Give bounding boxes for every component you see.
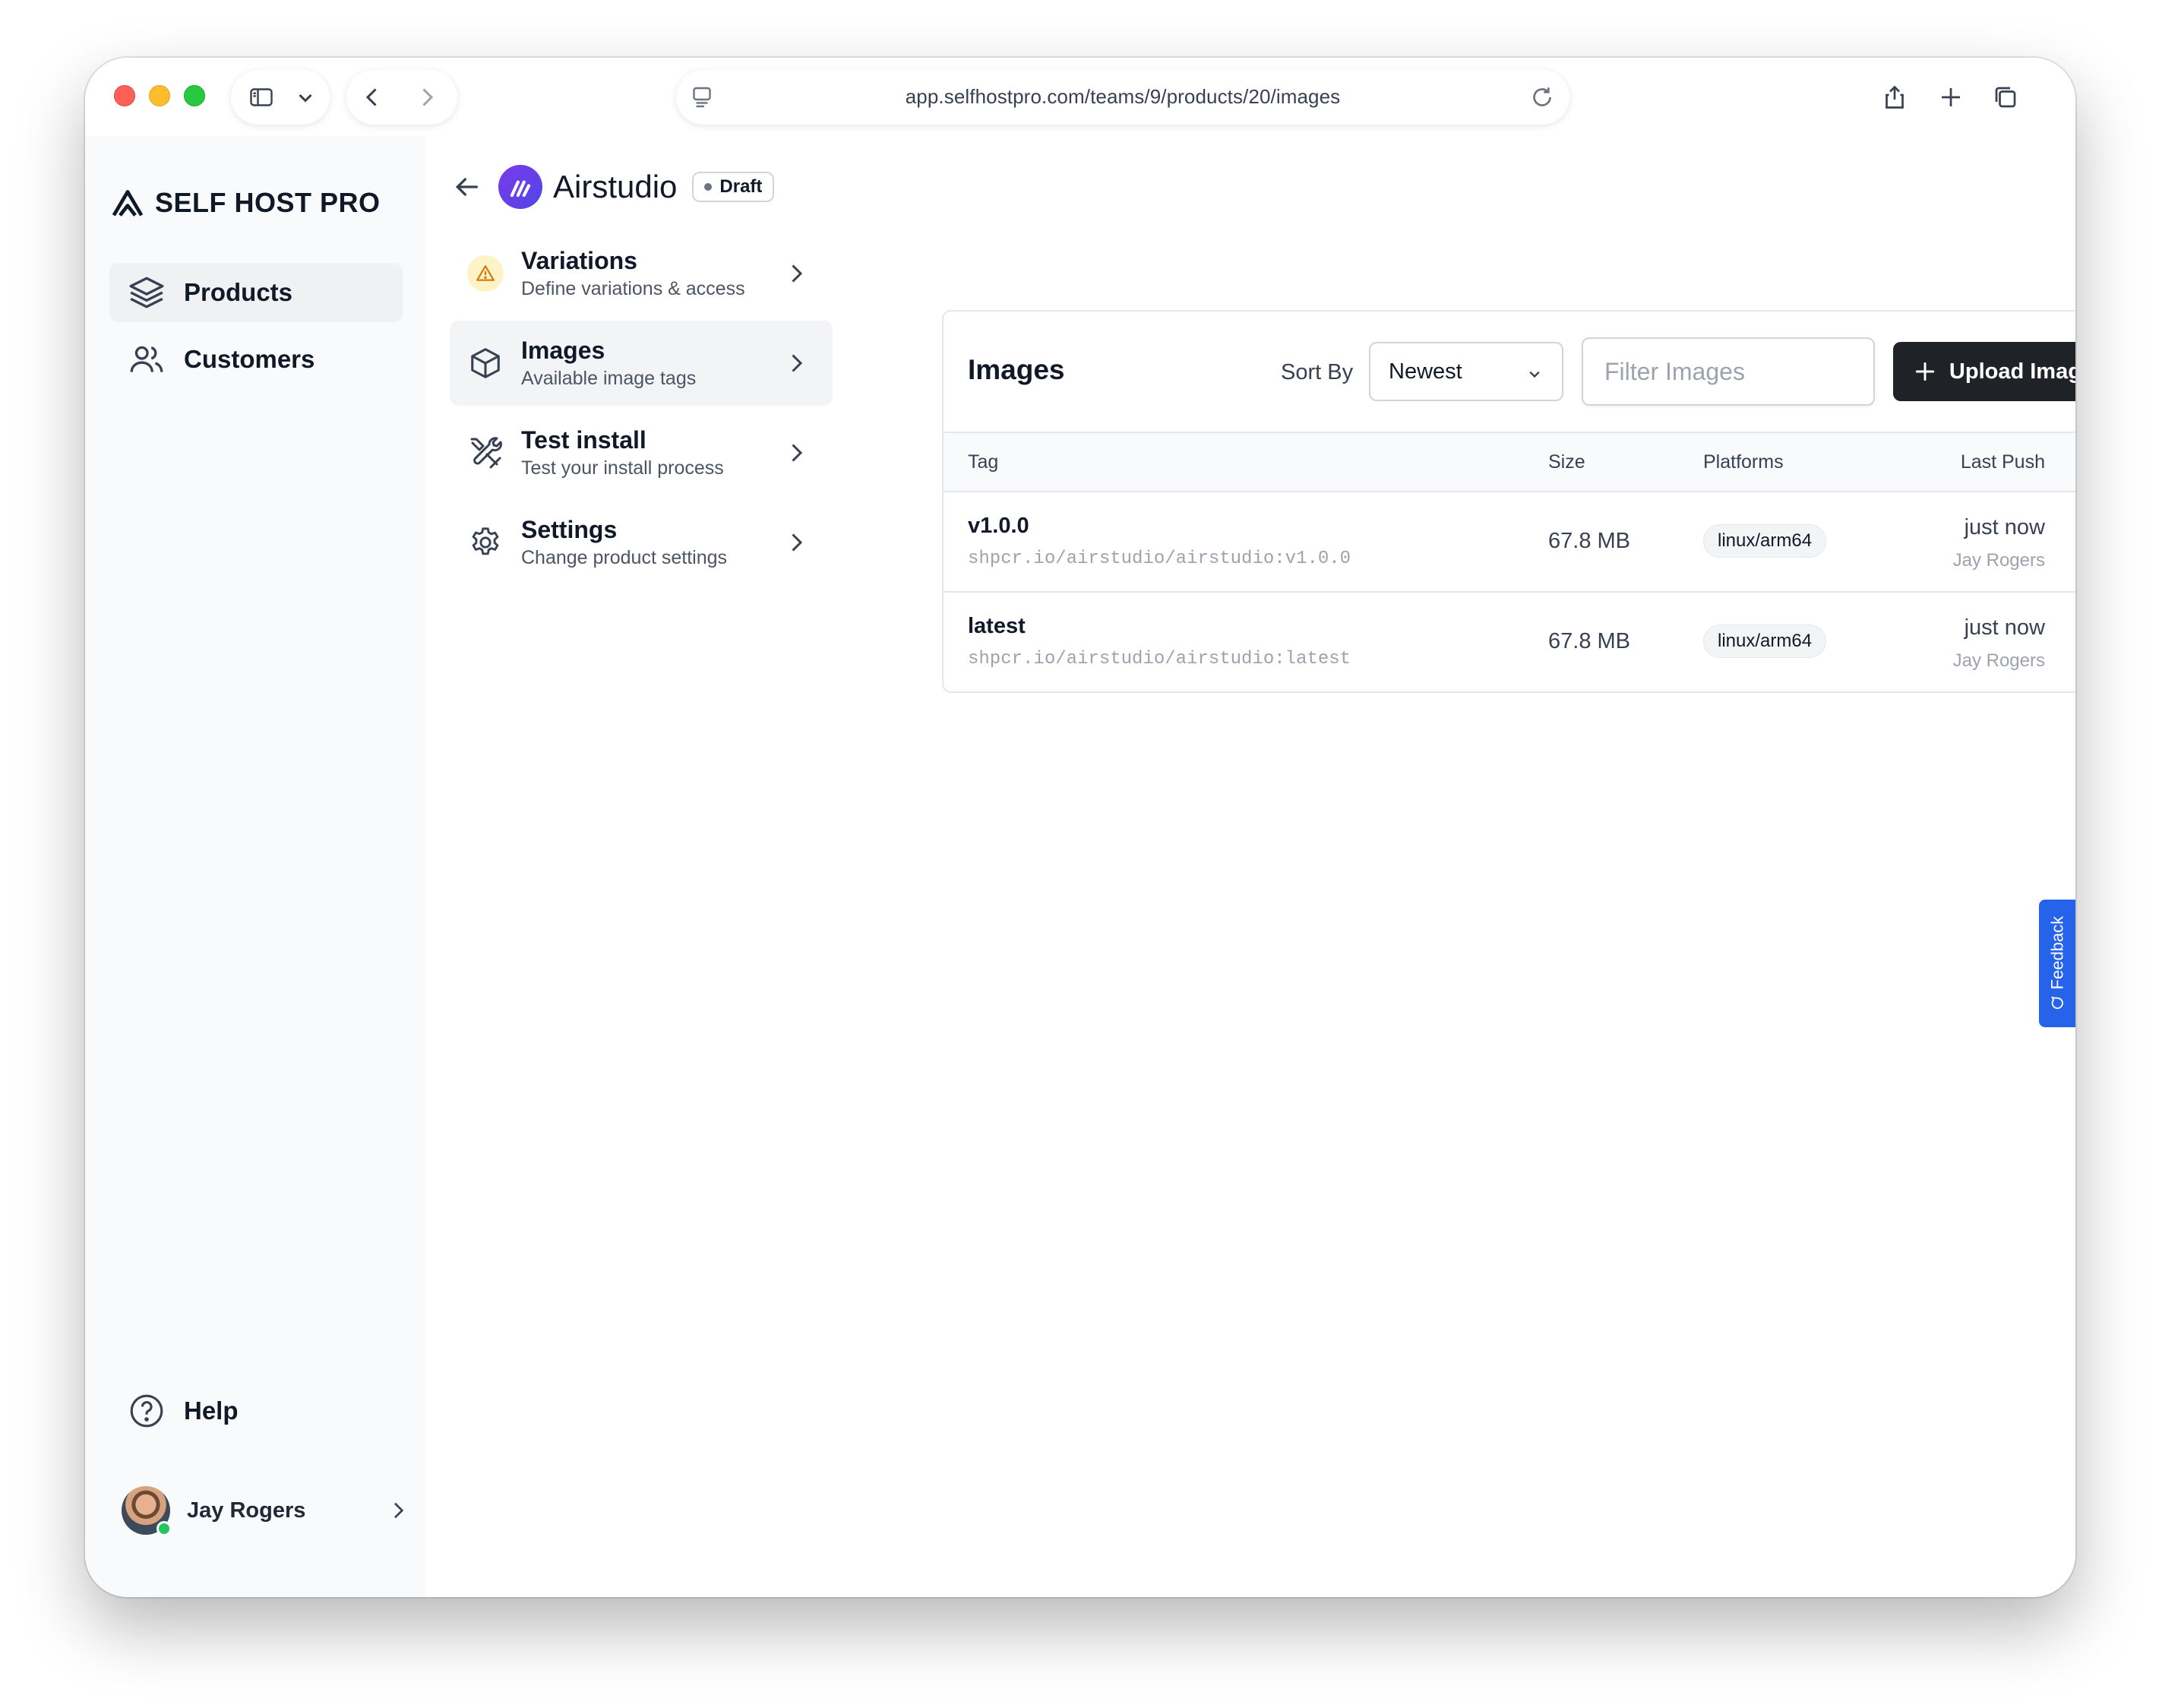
user-name: Jay Rogers [187, 1498, 306, 1523]
subnav-description: Define variations & access [521, 278, 745, 299]
maximize-window-button[interactable] [184, 85, 205, 106]
users-icon [130, 346, 163, 372]
chevron-right-icon [394, 1502, 404, 1519]
column-header-tag: Tag [968, 451, 999, 473]
chevron-down-icon[interactable] [292, 84, 319, 111]
address-bar[interactable]: app.selfhostpro.com/teams/9/products/20/… [676, 70, 1569, 125]
airstudio-logo-icon [510, 180, 531, 198]
subnav-description: Available image tags [521, 368, 697, 389]
subnav-item-settings[interactable]: Settings Change product settings [450, 500, 833, 585]
help-label: Help [184, 1396, 239, 1425]
last-push-user: Jay Rogers [1952, 550, 2045, 571]
tag-name: v1.0.0 [968, 514, 1029, 538]
avatar [122, 1486, 172, 1536]
new-tab-icon[interactable] [1937, 84, 1965, 111]
sort-select-value: Newest [1389, 359, 1462, 384]
sidebar: SELF HOST PRO Products Customers Help Ja… [85, 137, 425, 1597]
chevron-right-icon [792, 444, 803, 462]
close-window-button[interactable] [114, 85, 135, 106]
product-header: Airstudio Draft [451, 164, 775, 210]
plus-icon [1915, 362, 1935, 381]
product-title: Airstudio [553, 169, 678, 204]
column-header-size: Size [1548, 451, 1585, 473]
product-subnav: Variations Define variations & access Im… [450, 231, 833, 590]
subnav-description: Test your install process [521, 457, 724, 479]
upload-image-button[interactable]: Upload Image [1893, 342, 2075, 401]
chevron-right-icon [792, 533, 803, 552]
gear-icon [472, 527, 499, 555]
sidebar-item-help[interactable]: Help [128, 1392, 239, 1430]
images-card: Images Sort By Newest Upload Image Tag S… [942, 310, 2075, 693]
status-badge-label: Draft [719, 176, 763, 197]
chevron-right-icon [792, 354, 803, 372]
back-icon[interactable] [359, 84, 386, 111]
subnav-title: Settings [521, 516, 618, 543]
sort-select[interactable]: Newest [1369, 342, 1563, 401]
sidebar-toggle-icon[interactable] [248, 84, 275, 111]
subnav-description: Change product settings [521, 547, 728, 568]
tabs-overview-icon[interactable] [1992, 84, 2019, 111]
forward-icon[interactable] [413, 84, 441, 111]
table-header: Tag Size Platforms Last Push [944, 432, 2075, 492]
sidebar-item-customers[interactable]: Customers [109, 330, 403, 389]
images-card-header: Images Sort By Newest Upload Image [944, 312, 2075, 432]
subnav-title: Variations [521, 247, 637, 274]
sidebar-item-label: Products [184, 278, 293, 306]
product-logo [498, 165, 542, 209]
history-nav-group [346, 70, 457, 125]
column-header-last-push: Last Push [1960, 451, 2045, 473]
brand-logo[interactable]: SELF HOST PRO [111, 187, 381, 219]
sidebar-toggle-group [231, 70, 330, 125]
subnav-title: Images [521, 337, 605, 364]
back-arrow-icon[interactable] [451, 172, 482, 202]
feedback-tab[interactable]: Feedback [2039, 900, 2075, 1027]
column-header-platforms: Platforms [1703, 451, 1784, 473]
status-badge: Draft [692, 172, 775, 202]
sidebar-item-label: Customers [184, 345, 315, 373]
images-title: Images [968, 354, 1065, 385]
tag-path: shpcr.io/airstudio/airstudio:v1.0.0 [968, 549, 1351, 569]
reload-icon[interactable] [1528, 84, 1556, 111]
table-row[interactable]: latest shpcr.io/airstudio/airstudio:late… [944, 593, 2075, 691]
platform-badge: linux/arm64 [1703, 625, 1827, 658]
image-size: 67.8 MB [1548, 529, 1630, 553]
tools-icon [470, 437, 502, 469]
sort-by-label: Sort By [1281, 360, 1354, 384]
chat-bubble-icon [2050, 996, 2063, 1009]
share-icon[interactable] [1881, 84, 1908, 111]
main-content: Airstudio Draft Variations Define variat… [425, 137, 2075, 1597]
minimize-window-button[interactable] [149, 85, 170, 106]
warning-icon [467, 255, 504, 292]
table-row[interactable]: v1.0.0 shpcr.io/airstudio/airstudio:v1.0… [944, 492, 2075, 593]
tag-name: latest [968, 614, 1026, 638]
cube-icon [471, 348, 500, 378]
status-dot [704, 183, 713, 191]
last-push-time: just now [1964, 515, 2045, 539]
last-push-time: just now [1964, 615, 2045, 640]
help-icon [130, 1394, 163, 1428]
layers-icon [129, 277, 164, 308]
chevron-down-icon [1529, 371, 1540, 378]
subnav-item-test-install[interactable]: Test install Test your install process [450, 410, 833, 495]
subnav-title: Test install [521, 426, 646, 454]
subnav-item-images[interactable]: Images Available image tags [450, 321, 833, 406]
last-push-user: Jay Rogers [1952, 650, 2045, 671]
brand-name: SELF HOST PRO [155, 187, 381, 218]
url-text: app.selfhostpro.com/teams/9/products/20/… [905, 85, 1341, 108]
brand-mark-icon [112, 190, 144, 217]
browser-actions [1881, 70, 2048, 125]
sidebar-item-products[interactable]: Products [109, 263, 403, 322]
platform-badge: linux/arm64 [1703, 524, 1827, 558]
upload-image-label: Upload Image [1949, 359, 2075, 384]
chevron-right-icon [792, 264, 803, 283]
browser-toolbar: app.selfhostpro.com/teams/9/products/20/… [85, 58, 2075, 137]
browser-window: app.selfhostpro.com/teams/9/products/20/… [85, 58, 2075, 1597]
tag-path: shpcr.io/airstudio/airstudio:latest [968, 649, 1351, 669]
image-size: 67.8 MB [1548, 629, 1630, 653]
online-status-indicator [156, 1521, 172, 1536]
subnav-item-variations[interactable]: Variations Define variations & access [450, 231, 833, 316]
filter-images-input[interactable] [1582, 337, 1875, 406]
feedback-label: Feedback [2047, 916, 2066, 990]
user-menu[interactable]: Jay Rogers [122, 1483, 410, 1538]
